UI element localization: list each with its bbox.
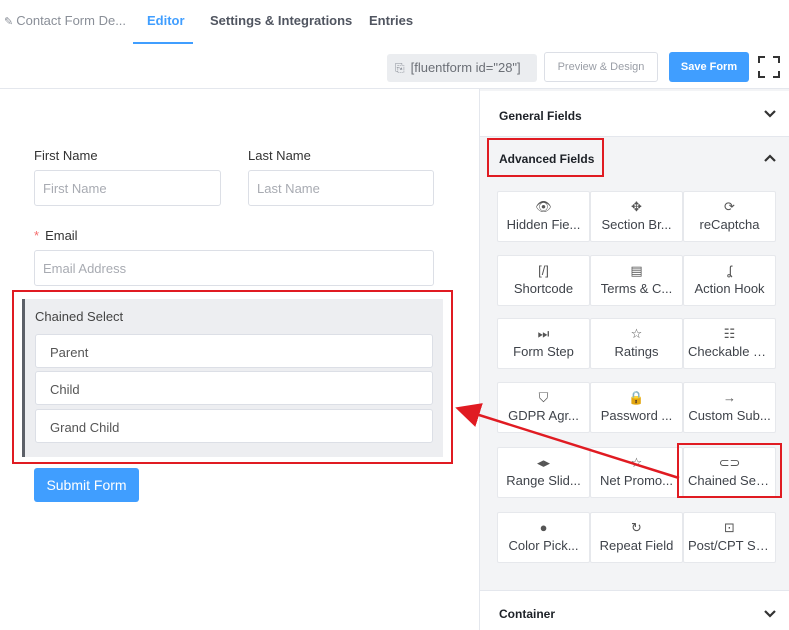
field-card[interactable]: ◂▸ Range Slid...: [497, 447, 590, 498]
required-mark: *: [34, 228, 40, 243]
color-drop-icon: ●: [539, 520, 548, 535]
email-label-text: Email: [45, 228, 78, 243]
field-card-label: Net Promo...: [600, 473, 673, 488]
chevron-down-icon: [764, 610, 776, 618]
step-forward-icon: ⏭: [537, 326, 550, 341]
field-card[interactable]: [/] Shortcode: [497, 255, 590, 306]
repeat-icon: ↻: [631, 520, 642, 535]
field-card-label: Shortcode: [513, 281, 574, 296]
field-card-label: Post/CPT Sel...: [688, 538, 775, 553]
field-card-label: Range Slid...: [506, 473, 581, 488]
save-form-button[interactable]: Save Form: [669, 52, 749, 82]
field-card[interactable]: ↻ Repeat Field: [590, 512, 683, 563]
field-card[interactable]: ⛉ GDPR Agr...: [497, 382, 590, 433]
email-input[interactable]: Email Address: [34, 250, 434, 286]
container-title: Container: [499, 607, 556, 621]
puzzle-icon: ✥: [631, 199, 642, 214]
field-card[interactable]: ☷ Checkable Gr...: [683, 318, 776, 369]
annotation-box-chained-select: [12, 290, 453, 464]
field-card-label: Hidden Fie...: [506, 217, 581, 232]
field-card[interactable]: 🔒 Password ...: [590, 382, 683, 433]
field-card-label: Form Step: [513, 344, 574, 359]
field-card-label: Action Hook: [694, 281, 765, 296]
preview-design-button[interactable]: Preview & Design: [544, 52, 658, 82]
shortcode-icon: [/]: [538, 263, 549, 278]
net-promoter-icon: ☆: [630, 455, 643, 470]
field-card-label: Custom Sub...: [688, 408, 771, 423]
field-card[interactable]: → Custom Sub...: [683, 382, 776, 433]
field-card[interactable]: ☆ Ratings: [590, 318, 683, 369]
form-name-link[interactable]: ✎ Contact Form De...: [4, 13, 126, 28]
annotation-box-chained-select-card: [677, 443, 782, 498]
general-fields-header[interactable]: General Fields: [480, 91, 789, 137]
recaptcha-icon: ⟳: [724, 199, 735, 214]
range-slider-icon: ◂▸: [536, 455, 551, 470]
chevron-down-icon: [764, 110, 776, 118]
star-icon: ☆: [630, 326, 643, 341]
field-card-label: GDPR Agr...: [508, 408, 579, 423]
checkable-grid-icon: ☷: [723, 326, 736, 341]
field-card-label: Section Br...: [601, 217, 672, 232]
field-card[interactable]: ▤ Terms & C...: [590, 255, 683, 306]
shortcode-copy[interactable]: ⎘ [fluentform id="28"]: [387, 54, 537, 82]
field-card[interactable]: ʆ Action Hook: [683, 255, 776, 306]
form-name: Contact Form De...: [16, 13, 127, 28]
email-label: * Email: [34, 228, 78, 243]
field-card[interactable]: ⏭ Form Step: [497, 318, 590, 369]
general-fields-title: General Fields: [499, 109, 582, 123]
top-navigation: ✎ Contact Form De... Editor Settings & In…: [0, 0, 789, 44]
field-card-label: Ratings: [614, 344, 659, 359]
post-select-icon: ⊡: [724, 520, 735, 535]
field-card-label: reCaptcha: [699, 217, 760, 232]
shortcode-text: [fluentform id="28"]: [410, 60, 521, 75]
first-name-input[interactable]: First Name: [34, 170, 221, 206]
eye-slash-icon: 👁: [535, 199, 552, 214]
tab-entries[interactable]: Entries: [369, 13, 413, 28]
copy-icon: ⎘: [395, 61, 405, 75]
field-card-label: Password ...: [600, 408, 673, 423]
field-card-label: Color Pick...: [508, 538, 579, 553]
chevron-up-icon: [764, 154, 776, 162]
fullscreen-icon[interactable]: [758, 56, 780, 78]
active-tab-indicator: [133, 42, 193, 44]
last-name-label: Last Name: [248, 148, 311, 163]
tab-settings-integrations[interactable]: Settings & Integrations: [210, 13, 352, 28]
last-name-input[interactable]: Last Name: [248, 170, 434, 206]
field-card-label: Repeat Field: [599, 538, 674, 553]
field-card[interactable]: ⟳ reCaptcha: [683, 191, 776, 242]
submit-form-button[interactable]: Submit Form: [34, 468, 139, 502]
first-name-label: First Name: [34, 148, 98, 163]
pencil-icon: ✎: [4, 16, 14, 28]
field-card[interactable]: ● Color Pick...: [497, 512, 590, 563]
arrow-right-icon: →: [723, 390, 736, 405]
field-card-label: Checkable Gr...: [688, 344, 775, 359]
lock-icon: 🔒: [628, 390, 645, 405]
tab-editor[interactable]: Editor: [147, 13, 185, 28]
field-card[interactable]: ⊡ Post/CPT Sel...: [683, 512, 776, 563]
container-header[interactable]: Container: [480, 590, 789, 630]
field-card-label: Terms & C...: [600, 281, 673, 296]
field-card[interactable]: ✥ Section Br...: [590, 191, 683, 242]
scroll-icon: ▤: [630, 263, 643, 278]
field-card[interactable]: 👁 Hidden Fie...: [497, 191, 590, 242]
hook-icon: ʆ: [727, 263, 732, 278]
annotation-box-advanced-fields: [487, 138, 604, 177]
shield-icon: ⛉: [538, 390, 549, 405]
field-card[interactable]: ☆ Net Promo...: [590, 447, 683, 498]
